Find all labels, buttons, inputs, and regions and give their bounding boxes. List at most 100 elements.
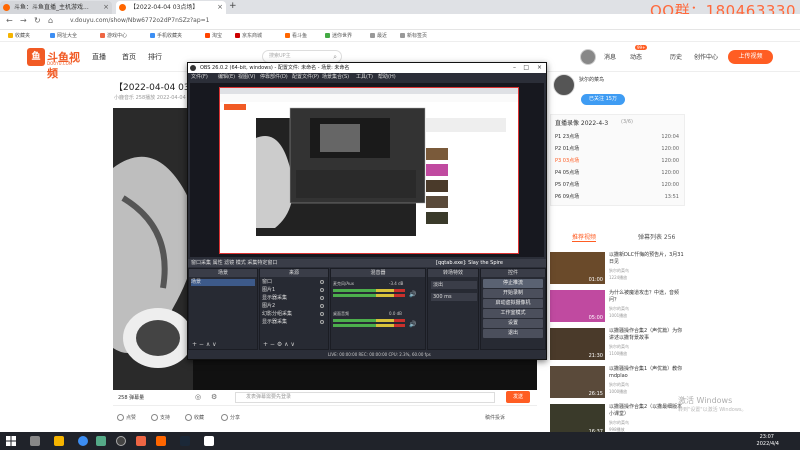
eye-icon[interactable] — [320, 304, 324, 308]
eye-icon[interactable] — [320, 288, 324, 292]
app-icon[interactable] — [96, 436, 106, 446]
app-icon[interactable] — [136, 436, 146, 446]
douyu-logo[interactable]: 鱼 斗鱼视频 DOUYU.COM — [27, 48, 82, 80]
back-icon[interactable]: ← — [6, 16, 13, 25]
bookmark-item[interactable]: 迷你世界 — [325, 32, 352, 39]
refresh-icon[interactable]: ↻ — [34, 16, 41, 25]
playlist-item-active[interactable]: P3 03点场 120:00 — [555, 155, 681, 167]
bookmark-item[interactable]: 新标签页 — [400, 32, 427, 39]
follow-button[interactable]: 已关注 15万 — [581, 94, 625, 105]
scene-item[interactable]: 场景 — [191, 279, 255, 286]
uploader-name[interactable]: 狄尔的菜鸟 — [579, 76, 604, 83]
menu-help[interactable]: 帮助(H) — [378, 73, 396, 82]
menu-scene-collection[interactable]: 场景集合(S) — [322, 73, 349, 82]
url-field[interactable]: v.douyu.com/show/Nbw6772o2dP7nSZz?ap=1 — [70, 17, 210, 24]
recommend-item[interactable]: 26:15 以撒骚操作合集1（声优篇）教你mdplao 狄尔的菜鸟 1000播放 — [550, 366, 685, 402]
home-icon[interactable]: ⌂ — [48, 16, 53, 25]
close-icon[interactable]: × — [537, 63, 542, 73]
report-link[interactable]: 稿件投诉 — [485, 414, 505, 421]
recommend-item[interactable]: 01:00 以撒新DLC忏悔的预告片，3月31日见 狄尔的菜鸟 1224播放 — [550, 252, 685, 288]
douyu-taskbar-icon[interactable] — [156, 436, 166, 446]
close-icon[interactable]: × — [103, 1, 109, 14]
avatar[interactable] — [580, 49, 596, 65]
duration-field[interactable]: 300 ms — [431, 293, 477, 301]
settings-button[interactable]: 设置 — [483, 319, 543, 328]
studio-mode-button[interactable]: 工作室模式 — [483, 309, 543, 318]
taskview-icon[interactable] — [30, 436, 40, 446]
file-explorer-icon[interactable] — [54, 436, 64, 446]
volume-icon[interactable]: 🔊 — [409, 291, 416, 298]
start-recording-button[interactable]: 开始录制 — [483, 289, 543, 298]
menu-docks[interactable]: 停靠部件(D) — [260, 73, 288, 82]
nav-rank[interactable]: 排行 — [148, 52, 162, 62]
source-item[interactable]: 显示器采集 — [262, 295, 326, 302]
recommend-item[interactable]: 21:30 以撒骚操作合集2（声优篇）为你讲述以撒背景故事 狄尔的菜鸟 1100… — [550, 328, 685, 364]
header-messages[interactable]: 消息 — [604, 52, 616, 61]
window-selector[interactable]: [qqtab.exe]: Slay the Spire — [436, 259, 503, 267]
source-item[interactable]: 窗口 — [262, 279, 326, 286]
upload-button[interactable]: 上传视频 — [728, 50, 773, 64]
source-item[interactable]: 图片2 — [262, 303, 326, 310]
send-danmu-button[interactable]: 发送 — [506, 391, 530, 403]
source-item[interactable]: 显示器采集 — [262, 319, 326, 326]
menu-view[interactable]: 视图(V) — [238, 73, 255, 82]
bookmark-item[interactable]: 收藏夹 — [8, 32, 30, 39]
browser-tab-1[interactable]: 斗鱼：斗鱼直播_主机游戏... × — [0, 1, 112, 14]
bookmark-item[interactable]: 游戏中心 — [100, 32, 127, 39]
bookmark-item[interactable]: 淘宝 — [205, 32, 222, 39]
transition-select[interactable]: 淡出 — [431, 281, 477, 289]
tab-recommended[interactable]: 推荐视频 — [572, 232, 597, 242]
menu-edit[interactable]: 编辑(E) — [218, 73, 235, 82]
playlist-item[interactable]: P2 01点场 120:00 — [555, 143, 681, 155]
menu-file[interactable]: 文件(F) — [191, 73, 208, 82]
header-history[interactable]: 历史 — [670, 52, 682, 61]
danmu-toggle-icon[interactable]: ◎ — [195, 393, 201, 401]
add-scene-icon[interactable]: + − ∧ ∨ — [192, 341, 217, 348]
playlist-item[interactable]: P1 23点场 120:04 — [555, 131, 681, 143]
share-button[interactable]: 分享 — [221, 414, 240, 421]
eye-icon[interactable] — [320, 320, 324, 324]
favorite-button[interactable]: 收藏 — [185, 414, 204, 421]
source-item[interactable]: 图片1 — [262, 287, 326, 294]
source-item[interactable]: 幻影分组采集 — [262, 311, 326, 318]
menu-profile[interactable]: 配置文件(P) — [292, 73, 319, 82]
bookmark-item[interactable]: 京东商城 — [235, 32, 262, 39]
app-icon[interactable] — [204, 436, 214, 446]
maximize-icon[interactable]: □ — [523, 63, 529, 73]
exit-button[interactable]: 退出 — [483, 329, 543, 338]
obs-taskbar-icon[interactable] — [116, 436, 126, 446]
playlist-item[interactable]: P4 05点场 120:00 — [555, 167, 681, 179]
virtual-camera-button[interactable]: 启动虚拟摄像机 — [483, 299, 543, 308]
bookmark-item[interactable]: 网址大全 — [50, 32, 77, 39]
nav-home[interactable]: 首页 — [122, 52, 136, 62]
close-icon[interactable]: × — [217, 1, 223, 14]
support-button[interactable]: 支持 — [151, 414, 170, 421]
eye-icon[interactable] — [320, 312, 324, 316]
windows-start-icon[interactable] — [6, 436, 16, 446]
bookmark-item[interactable]: 手机收藏夹 — [150, 32, 182, 39]
menu-tools[interactable]: 工具(T) — [356, 73, 373, 82]
bookmark-item[interactable]: 最近 — [370, 32, 387, 39]
eye-icon[interactable] — [320, 296, 324, 300]
eye-icon[interactable] — [320, 280, 324, 284]
obs-preview[interactable] — [190, 83, 544, 257]
uploader-avatar[interactable] — [553, 74, 575, 96]
minimize-icon[interactable]: – — [513, 63, 516, 73]
bookmark-item[interactable]: 看斗鱼 — [285, 32, 307, 39]
header-feed[interactable]: 动态 — [630, 52, 642, 61]
playlist-item[interactable]: P5 07点场 120:00 — [555, 179, 681, 191]
header-creator[interactable]: 创作中心 — [694, 52, 718, 61]
volume-icon[interactable]: 🔊 — [409, 321, 416, 328]
browser-icon[interactable] — [78, 436, 88, 446]
danmu-settings-icon[interactable]: ⚙ — [211, 393, 217, 401]
add-source-icon[interactable]: + − ⚙ ∧ ∨ — [263, 341, 295, 348]
tab-danmu-list[interactable]: 弹幕列表 256 — [638, 232, 675, 241]
browser-tab-2[interactable]: 【2022-04-04 03点场】 × — [116, 1, 226, 14]
nav-live[interactable]: 直播 — [92, 52, 106, 62]
stop-streaming-button[interactable]: 停止推流 — [483, 279, 543, 288]
danmu-input[interactable]: 发表弹幕需要先登录 — [235, 392, 495, 403]
forward-icon[interactable]: → — [20, 16, 27, 25]
playlist-item[interactable]: P6 09点场 13:51 — [555, 191, 681, 203]
recommend-item[interactable]: 05:00 为什么被魔道攻击？中途，音频问？ 狄尔的菜鸟 1001播放 — [550, 290, 685, 326]
steam-icon[interactable] — [180, 436, 190, 446]
